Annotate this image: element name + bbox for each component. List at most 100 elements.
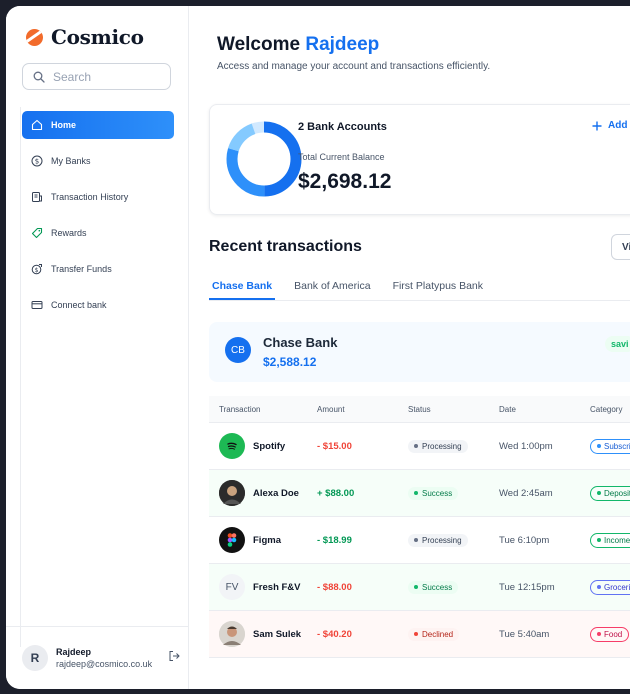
sidebar-nav: Home $ My Banks Transaction History Rewa… — [22, 111, 174, 327]
transaction-date: Tue 12:15pm — [499, 581, 555, 593]
column-header: Category — [590, 404, 623, 414]
svg-text:$: $ — [35, 267, 39, 274]
table-row[interactable]: Figma - $18.99 Processing Tue 6:10pm Inc… — [209, 517, 630, 564]
avatar: R — [22, 645, 48, 671]
sidebar-item-label: Connect bank — [51, 300, 107, 310]
main-content: Welcome Rajdeep Access and manage your a… — [188, 6, 630, 689]
avatar — [219, 621, 245, 647]
transaction-date: Wed 1:00pm — [499, 440, 553, 452]
transaction-name: Sam Sulek — [253, 628, 302, 640]
search-box[interactable] — [22, 63, 171, 90]
nav-divider — [20, 107, 21, 647]
spotify-icon — [219, 433, 245, 459]
category-badge: Food — [590, 626, 630, 642]
section-title: Recent transactions — [209, 238, 362, 255]
transaction-date: Tue 6:10pm — [499, 534, 550, 546]
category-badge: Groceries — [590, 579, 630, 595]
balance-card — [209, 104, 630, 215]
table-row[interactable]: Spotify - $15.00 Processing Wed 1:00pm S… — [209, 423, 630, 470]
add-bank-button[interactable]: Add — [592, 120, 627, 131]
home-icon — [31, 119, 43, 131]
sidebar-item-connect-bank[interactable]: Connect bank — [22, 291, 174, 319]
app-window: Cosmico Home $ My Banks Transaction Hist… — [6, 6, 630, 689]
transaction-name: Fresh F&V — [253, 581, 301, 593]
sidebar-item-label: Transaction History — [51, 192, 129, 202]
view-all-button[interactable]: Vi — [611, 234, 630, 260]
sidebar-item-label: Rewards — [51, 228, 87, 238]
bank-name: Chase Bank — [263, 335, 338, 350]
figma-icon — [219, 527, 245, 553]
column-header: Amount — [317, 404, 345, 414]
svg-text:$: $ — [35, 158, 39, 166]
search-icon — [33, 71, 45, 83]
plus-icon — [592, 121, 602, 130]
user-email: rajdeep@cosmico.co.uk — [56, 659, 153, 669]
total-balance-value: $2,698.12 — [298, 170, 392, 193]
receipt-icon — [31, 191, 43, 203]
status-badge: Declined — [408, 627, 460, 641]
table-row[interactable]: Alexa Doe + $88.00 Success Wed 2:45am De… — [209, 470, 630, 517]
sidebar-item-my-banks[interactable]: $ My Banks — [22, 147, 174, 175]
transaction-date: Wed 2:45am — [499, 487, 553, 499]
category-badge: Subscrip — [590, 438, 630, 454]
bank-tabs: Chase Bank Bank of America First Platypu… — [209, 273, 630, 301]
dollar-circle-icon: $ — [31, 155, 43, 167]
transaction-name: Spotify — [253, 440, 286, 452]
sidebar-item-rewards[interactable]: Rewards — [22, 219, 174, 247]
user-name: Rajdeep — [56, 647, 92, 657]
tab-chase-bank[interactable]: Chase Bank — [209, 273, 276, 300]
category-badge: Income — [590, 532, 630, 548]
brand[interactable]: Cosmico — [26, 25, 144, 49]
balance-donut-chart — [226, 121, 302, 197]
account-type-badge: savi — [605, 336, 630, 352]
column-header: Status — [408, 404, 431, 414]
page-title: Welcome Rajdeep — [217, 34, 379, 56]
avatar: FV — [219, 574, 245, 600]
transaction-amount: - $40.20 — [317, 628, 352, 640]
sidebar-item-label: Home — [51, 120, 77, 130]
transaction-amount: - $88.00 — [317, 581, 352, 593]
total-balance-label: Total Current Balance — [298, 152, 385, 162]
category-badge: Deposit — [590, 485, 630, 501]
transaction-amount: + $88.00 — [317, 487, 355, 499]
table-header: Transaction Amount Status Date Category — [209, 396, 630, 423]
sidebar-item-label: My Banks — [51, 156, 91, 166]
brand-name: Cosmico — [51, 25, 144, 49]
bank-balance: $2,588.12 — [263, 355, 317, 369]
sidebar-item-transfer-funds[interactable]: $ Transfer Funds — [22, 255, 174, 283]
logo-icon — [26, 28, 43, 46]
status-badge: Success — [408, 486, 459, 500]
add-bank-label: Add — [608, 120, 628, 131]
welcome-name: Rajdeep — [305, 34, 380, 55]
table-row[interactable]: FV Fresh F&V - $88.00 Success Tue 12:15p… — [209, 564, 630, 611]
page-subtitle: Access and manage your account and trans… — [217, 61, 491, 72]
logout-button[interactable] — [168, 649, 180, 667]
column-header: Date — [499, 404, 516, 414]
column-header: Transaction — [219, 404, 261, 414]
transaction-name: Alexa Doe — [253, 487, 299, 499]
bank-accounts-count: 2 Bank Accounts — [298, 121, 387, 133]
sidebar-item-home[interactable]: Home — [22, 111, 174, 139]
footer-divider — [6, 626, 188, 627]
status-badge: Processing — [408, 439, 468, 453]
transaction-amount: - $18.99 — [317, 534, 352, 546]
search-input[interactable] — [51, 68, 165, 85]
sidebar-item-label: Transfer Funds — [51, 264, 112, 274]
tab-bank-of-america[interactable]: Bank of America — [291, 273, 373, 300]
tab-first-platypus-bank[interactable]: First Platypus Bank — [390, 273, 486, 300]
status-badge: Success — [408, 580, 459, 594]
tag-icon — [31, 227, 43, 239]
transaction-amount: - $15.00 — [317, 440, 352, 452]
transactions-table: Transaction Amount Status Date Category … — [209, 396, 630, 658]
logout-icon — [169, 651, 180, 661]
status-badge: Processing — [408, 533, 468, 547]
user-profile[interactable]: R Rajdeep rajdeep@cosmico.co.uk — [22, 642, 182, 674]
welcome-prefix: Welcome — [217, 34, 301, 55]
card-icon — [31, 299, 43, 311]
money-send-icon: $ — [31, 263, 43, 275]
table-row[interactable]: Sam Sulek - $40.20 Declined Tue 5:40am F… — [209, 611, 630, 658]
sidebar: Cosmico Home $ My Banks Transaction Hist… — [6, 6, 189, 689]
bank-avatar: CB — [225, 337, 251, 363]
sidebar-item-transaction-history[interactable]: Transaction History — [22, 183, 174, 211]
transaction-name: Figma — [253, 534, 281, 546]
